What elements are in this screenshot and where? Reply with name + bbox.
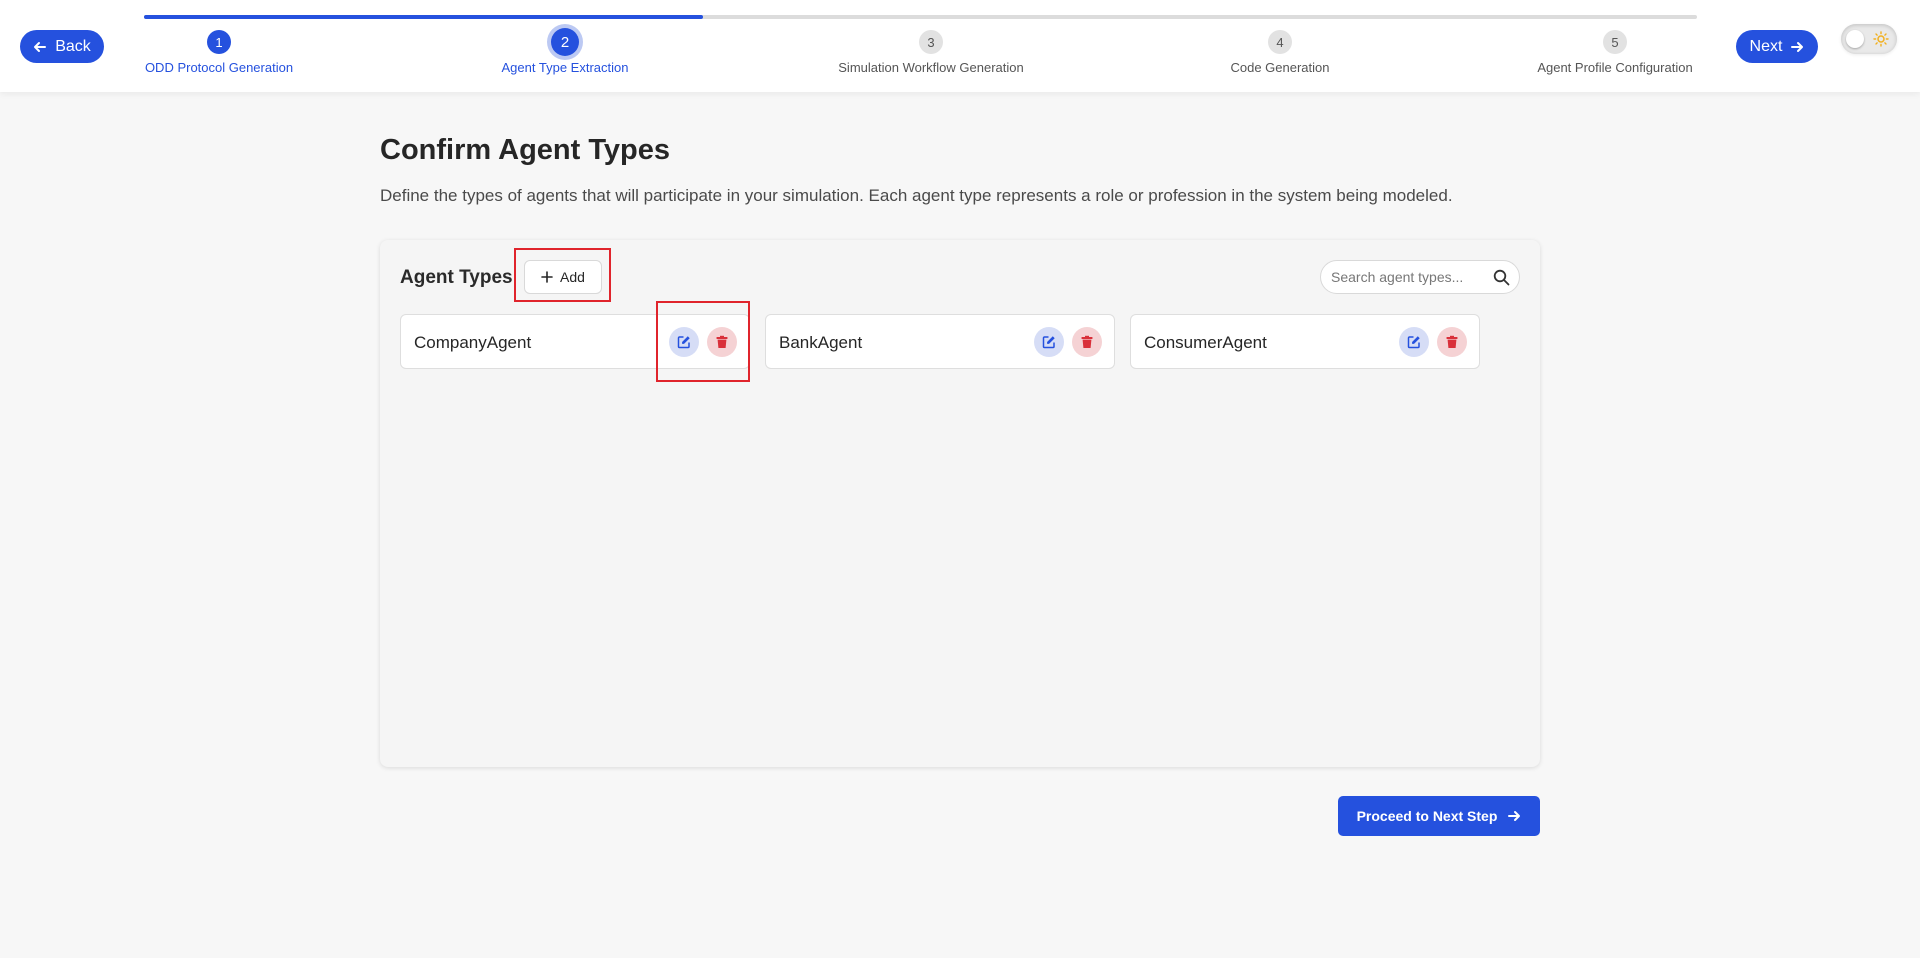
edit-agent-button[interactable] — [1399, 327, 1429, 357]
step-3[interactable]: 3 Simulation Workflow Generation — [801, 30, 1061, 75]
delete-agent-button[interactable] — [1437, 327, 1467, 357]
step-4-label: Code Generation — [1230, 60, 1330, 75]
edit-icon — [1407, 336, 1420, 349]
agent-card: ConsumerAgent — [1130, 314, 1480, 369]
step-2-number: 2 — [551, 28, 579, 56]
edit-agent-button[interactable] — [669, 327, 699, 357]
edit-icon — [677, 336, 690, 349]
arrow-right-icon — [1508, 811, 1521, 821]
back-button-label: Back — [55, 37, 91, 55]
agent-card: CompanyAgent — [400, 314, 750, 369]
sun-icon — [1873, 31, 1889, 47]
step-4-number: 4 — [1268, 30, 1292, 54]
theme-toggle-knob — [1846, 30, 1864, 48]
search-input[interactable] — [1331, 261, 1491, 293]
proceed-next-step-button[interactable]: Proceed to Next Step — [1338, 796, 1540, 836]
step-3-number: 3 — [919, 30, 943, 54]
edit-icon — [1042, 336, 1055, 349]
step-5-number: 5 — [1603, 30, 1627, 54]
agent-name: CompanyAgent — [414, 333, 532, 352]
trash-icon — [716, 335, 728, 348]
agent-types-panel: Agent Types Add CompanyAgent — [380, 240, 1540, 767]
next-button[interactable]: Next — [1736, 30, 1818, 63]
arrow-left-icon — [34, 41, 47, 52]
edit-agent-button[interactable] — [1034, 327, 1064, 357]
search-icon[interactable] — [1493, 269, 1510, 286]
trash-icon — [1081, 335, 1093, 348]
step-1[interactable]: 1 ODD Protocol Generation — [89, 30, 349, 75]
step-3-label: Simulation Workflow Generation — [838, 60, 1024, 75]
delete-agent-button[interactable] — [1072, 327, 1102, 357]
agent-name: ConsumerAgent — [1144, 333, 1267, 352]
agent-types-title: Agent Types — [400, 267, 513, 288]
step-1-number: 1 — [207, 30, 231, 54]
page-title: Confirm Agent Types — [380, 134, 671, 166]
theme-toggle[interactable] — [1841, 24, 1897, 54]
proceed-label: Proceed to Next Step — [1356, 808, 1498, 824]
step-2-label: Agent Type Extraction — [501, 60, 629, 75]
next-button-label: Next — [1749, 37, 1783, 55]
step-1-label: ODD Protocol Generation — [144, 60, 294, 75]
step-5[interactable]: 5 Agent Profile Configuration — [1485, 30, 1745, 75]
step-4[interactable]: 4 Code Generation — [1150, 30, 1410, 75]
page-description: Define the types of agents that will par… — [380, 186, 1453, 205]
delete-agent-button[interactable] — [707, 327, 737, 357]
plus-icon — [541, 271, 553, 283]
agent-name: BankAgent — [779, 333, 863, 352]
trash-icon — [1446, 335, 1458, 348]
progress-track — [144, 15, 1697, 19]
progress-fill — [144, 15, 704, 19]
top-bar: Back 1 ODD Protocol Generation 2 Agent T… — [0, 0, 1920, 92]
arrow-right-icon — [1791, 41, 1804, 52]
add-agent-label: Add — [560, 269, 585, 285]
search-box — [1320, 260, 1520, 294]
step-5-label: Agent Profile Configuration — [1537, 60, 1693, 75]
agent-card: BankAgent — [765, 314, 1115, 369]
add-agent-button[interactable]: Add — [524, 260, 602, 294]
step-2[interactable]: 2 Agent Type Extraction — [435, 28, 695, 75]
